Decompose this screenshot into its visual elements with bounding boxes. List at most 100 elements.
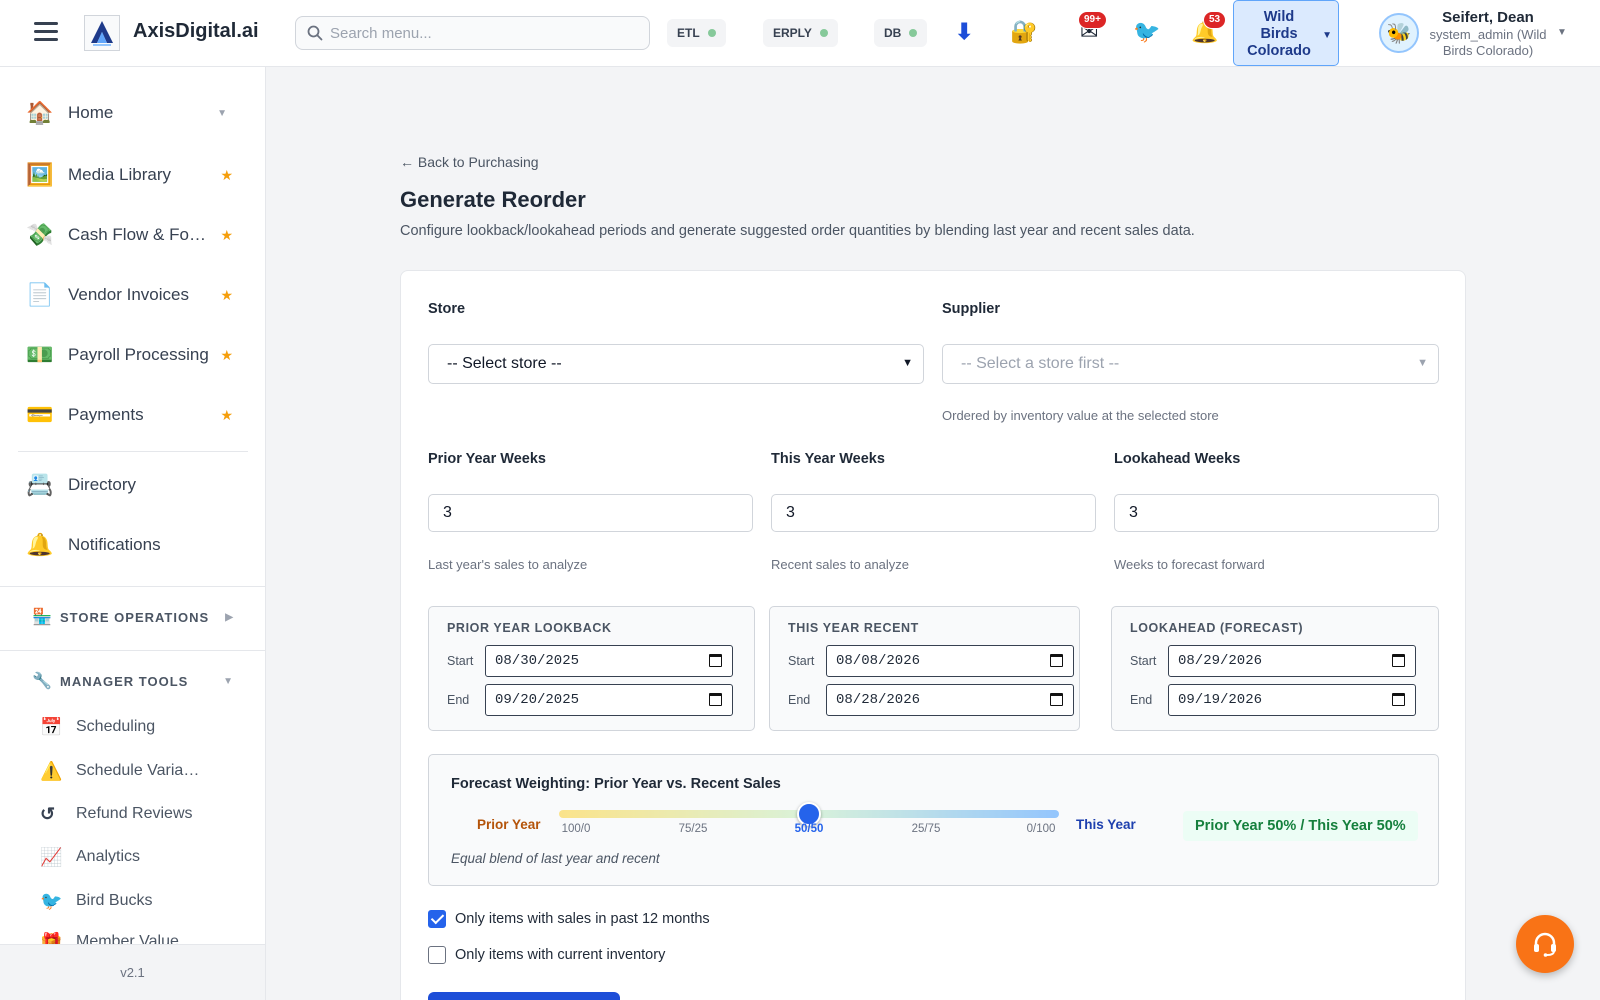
sidebar-item-label: Cash Flow & Forecasting <box>68 225 210 244</box>
sidebar-item-media-library[interactable]: 🖼️ Media Library ★ <box>26 155 241 195</box>
sidebar-item-vendor-invoices[interactable]: 📄 Vendor Invoices ★ <box>26 275 241 315</box>
sidebar-item-notifications[interactable]: 🔔 Notifications <box>26 525 241 565</box>
sidebar-item-analytics[interactable]: 📈 Analytics <box>40 842 240 872</box>
current-inventory-checkbox[interactable] <box>428 946 446 964</box>
section-label: MANAGER TOOLS <box>60 673 189 689</box>
calendar-icon[interactable] <box>1392 693 1405 706</box>
chevron-down-icon: ▼ <box>1417 357 1428 369</box>
calendar-icon[interactable] <box>1050 693 1063 706</box>
calendar-icon[interactable] <box>709 693 722 706</box>
sidebar-item-bird-bucks[interactable]: 🐦 Bird Bucks <box>40 886 240 916</box>
range-title: LOOKAHEAD (FORECAST) <box>1130 621 1304 635</box>
date-value: 08/29/2026 <box>1178 653 1263 669</box>
sidebar-item-refund-reviews[interactable]: ↺ Refund Reviews <box>40 799 240 829</box>
etl-status-pill[interactable]: ETL <box>667 19 726 47</box>
sidebar-item-payments[interactable]: 💳 Payments ★ <box>26 395 241 435</box>
sidebar-item-label: Payments <box>68 405 144 424</box>
bell-icon: 🔔 <box>26 532 54 557</box>
prior-year-start-date-input[interactable]: 08/30/2025 <box>485 645 733 677</box>
star-icon[interactable]: ★ <box>220 347 233 364</box>
range-title: PRIOR YEAR LOOKBACK <box>447 621 612 635</box>
sidebar-item-schedule-variance[interactable]: ⚠️ Schedule Variance <box>40 756 240 786</box>
support-chat-button[interactable] <box>1516 915 1574 973</box>
sidebar-item-label: Media Library <box>68 165 171 184</box>
sidebar-item-home[interactable]: 🏠 Home ▼ <box>26 93 241 133</box>
sidebar-item-label: Refund Reviews <box>76 805 193 822</box>
db-status-pill[interactable]: DB <box>874 19 928 47</box>
sales-past-12-months-option[interactable]: Only items with sales in past 12 months <box>428 908 710 930</box>
weighting-slider[interactable] <box>559 802 1059 826</box>
section-manager-tools[interactable]: 🔧 MANAGER TOOLS ▼ <box>32 669 242 693</box>
calendar-icon[interactable] <box>1050 654 1063 667</box>
sidebar-item-directory[interactable]: 📇 Directory <box>26 465 241 505</box>
current-inventory-option[interactable]: Only items with current inventory <box>428 944 665 966</box>
hamburger-menu-icon[interactable] <box>34 22 58 42</box>
slider-tick-label: 100/0 <box>561 823 591 835</box>
top-bar: AxisDigital.ai ETL ERPLY DB ⬇ 🔐 ✉ 99+ 🐦 … <box>0 0 1600 67</box>
back-to-purchasing-link[interactable]: ← Back to Purchasing <box>400 154 539 170</box>
supplier-help: Ordered by inventory value at the select… <box>942 408 1219 423</box>
generate-reorder-button[interactable] <box>428 992 620 1000</box>
store-switcher-button[interactable]: Wild Birds Colorado ▼ <box>1233 0 1339 66</box>
this-year-end-date-input[interactable]: 08/28/2026 <box>826 684 1074 716</box>
user-avatar[interactable]: 🐝 <box>1379 13 1419 53</box>
store-label: Store <box>428 301 466 317</box>
this-year-weeks-input[interactable]: 3 <box>771 494 1096 532</box>
search-box[interactable] <box>295 16 650 50</box>
bird-icon[interactable]: 🐦 <box>1133 18 1160 46</box>
slider-tick-label: 25/75 <box>911 823 941 835</box>
lookahead-start-date-input[interactable]: 08/29/2026 <box>1168 645 1416 677</box>
db-label: DB <box>884 26 902 40</box>
user-name[interactable]: Seifert, Dean <box>1428 9 1548 26</box>
chevron-down-icon: ▼ <box>1322 30 1332 41</box>
end-label: End <box>1130 693 1153 707</box>
lookahead-weeks-help: Weeks to forecast forward <box>1114 557 1265 572</box>
brand-name[interactable]: AxisDigital.ai <box>133 20 259 43</box>
lookahead-weeks-input[interactable]: 3 <box>1114 494 1439 532</box>
brand-logo[interactable] <box>84 15 120 51</box>
supplier-label: Supplier <box>942 301 1001 317</box>
sidebar-item-label: Home <box>68 103 114 122</box>
date-value: 09/19/2026 <box>1178 692 1263 708</box>
store-select-value: -- Select store -- <box>447 355 562 372</box>
prior-year-weeks-label: Prior Year Weeks <box>428 451 546 467</box>
calendar-icon: 📅 <box>40 716 63 737</box>
search-input[interactable] <box>330 17 640 49</box>
status-dot-icon <box>909 29 918 37</box>
download-icon[interactable]: ⬇ <box>955 18 973 46</box>
card-index-icon: 📇 <box>26 472 54 497</box>
sidebar-item-scheduling[interactable]: 📅 Scheduling <box>40 712 240 742</box>
bell-badge: 53 <box>1203 11 1227 29</box>
headset-icon <box>1534 932 1556 957</box>
chevron-right-icon: ▶ <box>225 611 234 623</box>
prior-year-end-date-input[interactable]: 09/20/2025 <box>485 684 733 716</box>
chevron-down-icon[interactable]: ▼ <box>1557 27 1567 38</box>
this-year-recent-panel: THIS YEAR RECENT Start 08/08/2026 End 08… <box>769 606 1080 731</box>
star-icon[interactable]: ★ <box>220 407 233 424</box>
sidebar-item-label: Directory <box>68 475 137 494</box>
chevron-down-icon: ▼ <box>902 357 913 369</box>
star-icon[interactable]: ★ <box>220 167 233 184</box>
calendar-icon[interactable] <box>709 654 722 667</box>
section-store-operations[interactable]: 🏪 STORE OPERATIONS ▶ <box>32 605 242 629</box>
supplier-select-value: -- Select a store first -- <box>961 355 1120 372</box>
sidebar-item-payroll[interactable]: 💵 Payroll Processing ★ <box>26 335 241 375</box>
sidebar: 🏠 Home ▼ 🖼️ Media Library ★ 💸 Cash Flow … <box>0 67 266 1000</box>
store-select[interactable]: -- Select store -- ▼ <box>428 344 924 384</box>
start-label: Start <box>447 654 474 668</box>
sidebar-item-cash-flow[interactable]: 💸 Cash Flow & Forecasting ★ <box>26 215 241 255</box>
prior-year-weeks-input[interactable]: 3 <box>428 494 753 532</box>
erply-status-pill[interactable]: ERPLY <box>763 19 838 47</box>
lookahead-forecast-panel: LOOKAHEAD (FORECAST) Start 08/29/2026 En… <box>1111 606 1439 731</box>
star-icon[interactable]: ★ <box>220 287 233 304</box>
supplier-select[interactable]: -- Select a store first -- ▼ <box>942 344 1439 384</box>
lock-icon[interactable]: 🔐 <box>1010 18 1037 46</box>
chevron-down-icon[interactable]: ▼ <box>217 108 227 119</box>
store-name-line: Birds <box>1260 26 1298 42</box>
sales-past-12-months-checkbox[interactable] <box>428 910 446 928</box>
sidebar-item-label: Scheduling <box>76 718 156 735</box>
lookahead-end-date-input[interactable]: 09/19/2026 <box>1168 684 1416 716</box>
this-year-start-date-input[interactable]: 08/08/2026 <box>826 645 1074 677</box>
star-icon[interactable]: ★ <box>220 227 233 244</box>
calendar-icon[interactable] <box>1392 654 1405 667</box>
